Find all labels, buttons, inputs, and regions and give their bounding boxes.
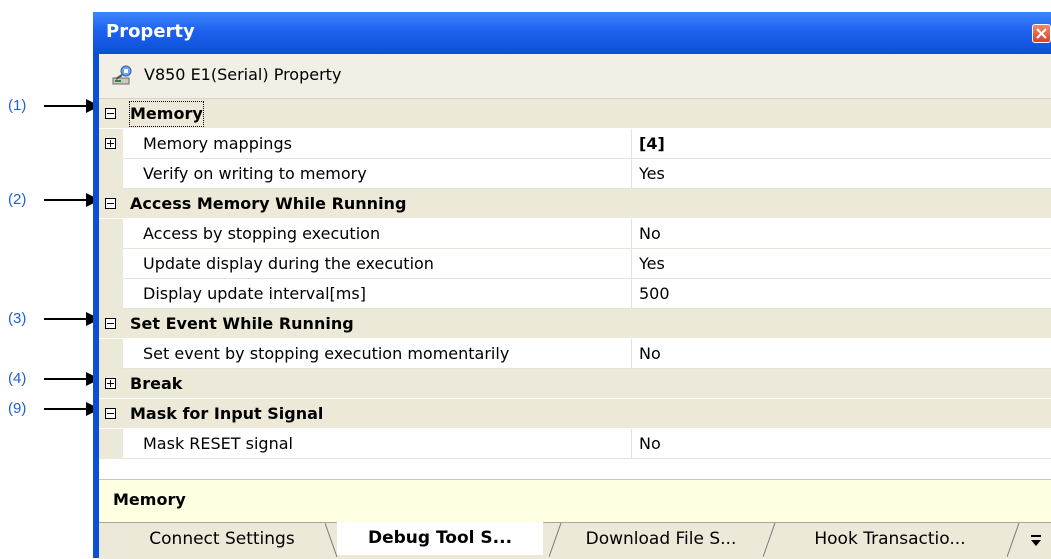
description-text: Memory (113, 490, 186, 509)
column-divider (631, 429, 632, 459)
property-value[interactable]: Yes (633, 159, 665, 189)
property-row[interactable]: Mask RESET signal No (99, 429, 1051, 459)
callout-2: (2) (0, 190, 100, 210)
property-value[interactable]: No (633, 219, 661, 249)
arrow-right-icon (44, 312, 100, 326)
tab-overflow-icon[interactable] (1027, 529, 1045, 551)
column-divider (631, 129, 632, 159)
property-grid: Memory Memory mappings [4] Verify on writin… (99, 99, 1051, 459)
property-name: Verify on writing to memory (143, 164, 367, 183)
collapse-minus-icon[interactable] (105, 198, 116, 209)
property-header-text: V850 E1(Serial) Property (144, 65, 342, 84)
property-row[interactable]: Memory mappings [4] (99, 129, 1051, 159)
property-row[interactable]: Set event by stopping execution momentar… (99, 339, 1051, 369)
category-name: Mask for Input Signal (130, 404, 324, 423)
panel-content: V850 E1(Serial) Property Memory Memory ma… (99, 54, 1051, 559)
callout-4: (4) (0, 369, 100, 389)
category-name: Access Memory While Running (130, 194, 407, 213)
callout-label: (2) (8, 191, 27, 208)
tab-label: Connect Settings (149, 529, 295, 549)
property-name: Set event by stopping execution momentar… (143, 344, 510, 363)
callout-label: (4) (8, 370, 27, 387)
collapse-minus-icon[interactable] (105, 108, 116, 119)
tab-separator (763, 523, 776, 557)
column-divider (631, 159, 632, 189)
property-row[interactable]: Update display during the execution Yes (99, 249, 1051, 279)
tab-separator (549, 523, 562, 557)
panel-title: Property (106, 21, 195, 42)
property-name: Access by stopping execution (143, 224, 381, 243)
callout-9: (9) (0, 399, 100, 419)
expand-plus-icon[interactable] (105, 138, 116, 149)
property-value[interactable]: [4] (633, 129, 665, 159)
property-name: Mask RESET signal (143, 434, 293, 453)
category-row[interactable]: Memory (99, 99, 1051, 129)
property-row[interactable]: Display update interval[ms] 500 (99, 279, 1051, 309)
property-value[interactable]: Yes (633, 249, 665, 279)
tab-debug-tool-settings[interactable]: Debug Tool S... (337, 522, 543, 555)
expand-plus-icon[interactable] (105, 378, 116, 389)
property-value[interactable]: No (633, 339, 661, 369)
property-name: Update display during the execution (143, 254, 434, 273)
collapse-minus-icon[interactable] (105, 408, 116, 419)
category-row[interactable]: Break (99, 369, 1051, 399)
arrow-right-icon (44, 372, 100, 386)
property-panel: Property V850 E1(Serial) Property Memory… (93, 12, 1051, 559)
property-row[interactable]: Verify on writing to memory Yes (99, 159, 1051, 189)
close-button[interactable] (1032, 24, 1051, 43)
title-bar[interactable]: Property (93, 12, 1051, 54)
callout-3: (3) (0, 309, 100, 329)
tab-connect-settings[interactable]: Connect Settings (121, 523, 323, 555)
collapse-minus-icon[interactable] (105, 318, 116, 329)
tab-hook-transaction-settings[interactable]: Hook Transactio... (775, 523, 1005, 555)
category-name: Set Event While Running (130, 314, 354, 333)
category-row[interactable]: Mask for Input Signal (99, 399, 1051, 429)
tab-label: Hook Transactio... (814, 529, 966, 549)
description-pane: Memory (99, 479, 1051, 522)
property-name: Memory mappings (143, 134, 292, 153)
property-row[interactable]: Access by stopping execution No (99, 219, 1051, 249)
category-name: Memory (127, 99, 206, 129)
callout-label: (3) (8, 310, 27, 327)
tab-separator (325, 523, 338, 557)
category-name: Break (130, 374, 183, 393)
column-divider (631, 249, 632, 279)
column-divider (631, 339, 632, 369)
close-icon (1036, 28, 1047, 39)
property-name: Display update interval[ms] (143, 284, 366, 303)
tab-bar: Connect Settings Debug Tool S... Downloa… (99, 522, 1051, 559)
tab-separator (1007, 523, 1020, 557)
arrow-right-icon (44, 193, 100, 207)
column-divider (631, 219, 632, 249)
property-value[interactable]: No (633, 429, 661, 459)
category-row[interactable]: Access Memory While Running (99, 189, 1051, 219)
category-row[interactable]: Set Event While Running (99, 309, 1051, 339)
property-wrench-icon (112, 65, 132, 85)
property-value[interactable]: 500 (633, 279, 670, 309)
callout-label: (9) (8, 400, 27, 417)
tab-label: Download File S... (585, 529, 737, 549)
callout-label: (1) (8, 97, 27, 114)
arrow-right-icon (44, 99, 100, 113)
callout-1: (1) (0, 96, 100, 116)
property-header: V850 E1(Serial) Property (99, 54, 1051, 99)
arrow-right-icon (44, 402, 100, 416)
column-divider (631, 279, 632, 309)
tab-label: Debug Tool S... (367, 528, 513, 548)
tab-download-file-settings[interactable]: Download File S... (563, 523, 759, 555)
